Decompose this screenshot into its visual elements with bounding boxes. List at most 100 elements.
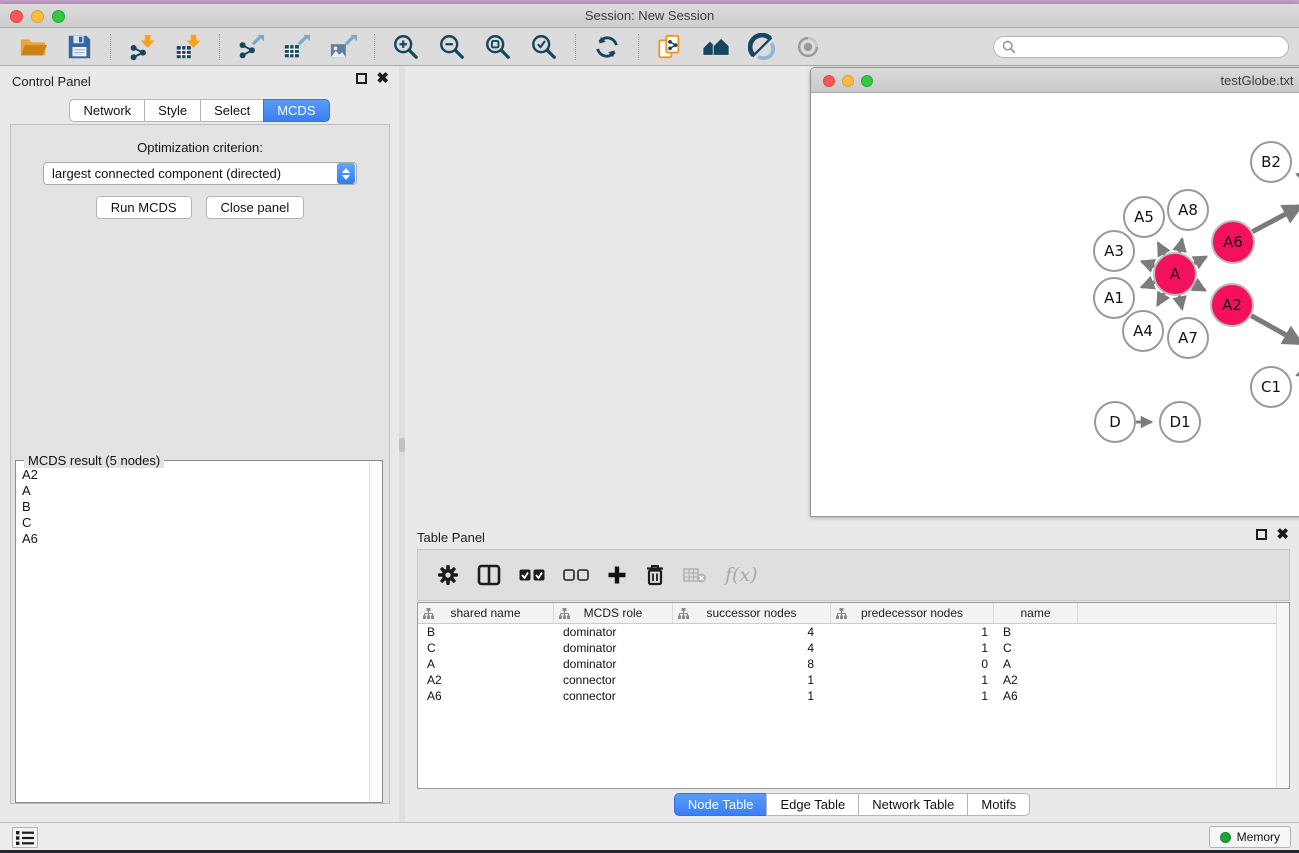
graph-edge-A-A6[interactable] — [1194, 257, 1206, 264]
export-image-button[interactable] — [323, 31, 363, 63]
graph-node-B2[interactable]: B2 — [1251, 142, 1291, 182]
graph-node-A3[interactable]: A3 — [1094, 231, 1134, 271]
graph-edge-A-A4[interactable] — [1158, 293, 1165, 305]
graph-node-A[interactable]: A — [1154, 253, 1196, 295]
close-panel-button[interactable]: Close panel — [206, 196, 305, 219]
table-tab-network-table[interactable]: Network Table — [858, 793, 968, 816]
memory-button[interactable]: Memory — [1209, 826, 1291, 848]
graph-node-A1[interactable]: A1 — [1094, 278, 1134, 318]
tab-select[interactable]: Select — [200, 99, 264, 122]
table-cell: dominator — [554, 641, 673, 655]
show-column-button[interactable] — [477, 564, 501, 586]
graph-edge-A-A3[interactable] — [1142, 261, 1155, 266]
table-cell: 0 — [831, 657, 994, 671]
import-network-button[interactable] — [122, 31, 162, 63]
graph-edge-A-A8[interactable] — [1179, 239, 1182, 252]
main-toolbar — [0, 28, 1299, 66]
add-column-button[interactable] — [607, 565, 627, 585]
app-window: Session: New Session Control Panel — [0, 4, 1299, 846]
result-item[interactable]: A — [22, 483, 362, 499]
table-cell: A — [994, 657, 1078, 671]
table-row[interactable]: A2connector11A2 — [418, 672, 1289, 688]
table-tab-motifs[interactable]: Motifs — [967, 793, 1030, 816]
table-settings-button[interactable] — [437, 564, 459, 586]
graph-edge-A-A1[interactable] — [1142, 282, 1155, 287]
graph-node-A6[interactable]: A6 — [1212, 221, 1254, 263]
graph-edge-A6-B[interactable] — [1252, 206, 1299, 232]
optimization-criterion-select[interactable]: largest connected component (directed) — [43, 162, 357, 185]
graph-node-A2[interactable]: A2 — [1211, 284, 1253, 326]
result-item[interactable]: A6 — [22, 531, 362, 547]
close-panel-icon[interactable]: ✖ — [376, 73, 389, 84]
tab-mcds[interactable]: MCDS — [263, 99, 329, 122]
table-toolbar: f(x) — [417, 549, 1290, 601]
tab-style[interactable]: Style — [144, 99, 201, 122]
deselect-all-button[interactable] — [563, 569, 589, 582]
graph-node-A8[interactable]: A8 — [1168, 190, 1208, 230]
graph-edge-A-A2[interactable] — [1194, 285, 1205, 291]
function-builder-button[interactable]: f(x) — [725, 564, 758, 586]
network-canvas[interactable]: B4B2BB3A5A8A6B1A3AC2A1A2A4A7C4CC1C3DD1 — [811, 93, 1299, 516]
result-scrollbar[interactable] — [369, 461, 382, 802]
delete-table-button[interactable] — [683, 567, 707, 583]
show-networks-button[interactable] — [696, 31, 736, 63]
graph-edge-A-A7[interactable] — [1179, 296, 1182, 309]
column-header[interactable]: shared name — [418, 603, 554, 623]
close-table-panel-icon[interactable]: ✖ — [1276, 529, 1289, 540]
table-scrollbar[interactable] — [1276, 603, 1289, 788]
zoom-fit-icon — [484, 33, 512, 61]
search-input[interactable] — [1021, 40, 1280, 54]
graph-node-C1[interactable]: C1 — [1251, 367, 1291, 407]
select-all-button[interactable] — [519, 569, 545, 582]
clone-network-button[interactable] — [650, 31, 690, 63]
column-header[interactable]: MCDS role — [554, 603, 673, 623]
float-table-panel-icon[interactable] — [1256, 529, 1267, 540]
save-session-button[interactable] — [59, 31, 99, 63]
table-tab-node-table[interactable]: Node Table — [674, 793, 768, 816]
graph-node-A4[interactable]: A4 — [1123, 311, 1163, 351]
show-graphics-details-button[interactable] — [788, 31, 828, 63]
app-titlebar[interactable]: Session: New Session — [0, 4, 1299, 28]
graph-node-A7[interactable]: A7 — [1168, 318, 1208, 358]
function-builder-icon: f(x) — [725, 564, 758, 586]
graph-edge-A-A5[interactable] — [1158, 243, 1164, 255]
column-header[interactable]: successor nodes — [673, 603, 831, 623]
export-table-button[interactable] — [277, 31, 317, 63]
float-panel-icon[interactable] — [356, 73, 367, 84]
table-row[interactable]: A6connector11A6 — [418, 688, 1289, 704]
run-mcds-button[interactable]: Run MCDS — [96, 196, 192, 219]
table-tab-edge-table[interactable]: Edge Table — [766, 793, 859, 816]
node-table: shared nameMCDS rolesuccessor nodesprede… — [417, 602, 1290, 789]
zoom-selected-button[interactable] — [524, 31, 564, 63]
export-network-button[interactable] — [231, 31, 271, 63]
export-image-icon — [329, 33, 357, 61]
table-row[interactable]: Bdominator41B — [418, 624, 1289, 640]
delete-column-button[interactable] — [645, 564, 665, 586]
zoom-in-button[interactable] — [386, 31, 426, 63]
graph-node-A5[interactable]: A5 — [1124, 197, 1164, 237]
table-cell: 1 — [673, 689, 831, 703]
result-item[interactable]: B — [22, 499, 362, 515]
refresh-button[interactable] — [587, 31, 627, 63]
table-cell: A — [418, 657, 554, 671]
result-item[interactable]: C — [22, 515, 362, 531]
column-header[interactable]: name — [994, 603, 1078, 623]
task-history-button[interactable] — [12, 827, 38, 848]
graph-node-D1[interactable]: D1 — [1160, 402, 1200, 442]
graph-edge-A2-C[interactable] — [1251, 316, 1299, 344]
graph-node-D[interactable]: D — [1095, 402, 1135, 442]
hide-graphics-details-button[interactable] — [742, 31, 782, 63]
table-cell: B — [994, 625, 1078, 639]
table-row[interactable]: Cdominator41C — [418, 640, 1289, 656]
column-header[interactable]: predecessor nodes — [831, 603, 994, 623]
open-session-button[interactable] — [13, 31, 53, 63]
result-item[interactable]: A2 — [22, 467, 362, 483]
import-table-button[interactable] — [168, 31, 208, 63]
network-window-titlebar[interactable]: testGlobe.txt — [811, 68, 1299, 93]
zoom-out-button[interactable] — [432, 31, 472, 63]
zoom-fit-button[interactable] — [478, 31, 518, 63]
tab-network[interactable]: Network — [69, 99, 145, 122]
table-row[interactable]: Adominator80A — [418, 656, 1289, 672]
table-cell: 4 — [673, 625, 831, 639]
table-tabs: Node TableEdge TableNetwork TableMotifs — [405, 793, 1299, 816]
